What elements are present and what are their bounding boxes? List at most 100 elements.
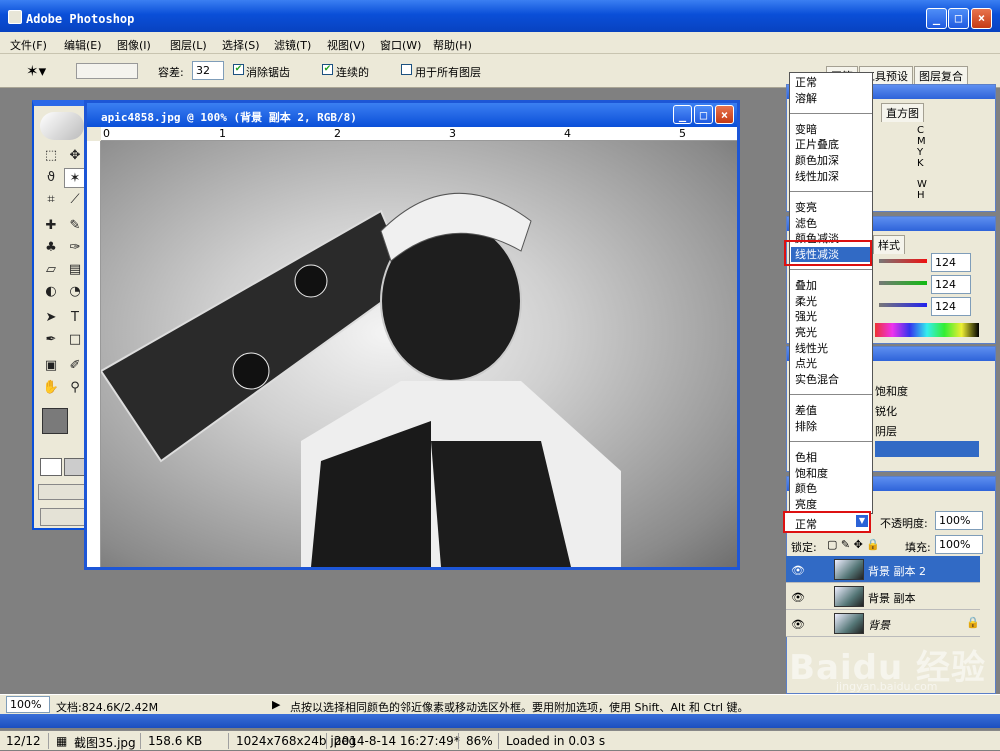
blend-option[interactable]: 实色混合: [795, 372, 839, 387]
blur-tool-icon[interactable]: ◐: [40, 282, 62, 302]
image-canvas[interactable]: [99, 141, 737, 567]
antialias-checkbox[interactable]: ✔: [233, 64, 244, 75]
history-item-selected[interactable]: [875, 441, 979, 457]
close-icon[interactable]: ×: [971, 8, 992, 29]
eyedropper-tool-icon[interactable]: ✐: [64, 356, 86, 376]
path-select-icon[interactable]: ➤: [40, 308, 62, 328]
menu-help[interactable]: 帮助(H): [433, 37, 472, 53]
foreground-color-swatch[interactable]: [42, 408, 68, 434]
blue-slider[interactable]: [879, 303, 927, 307]
blend-option[interactable]: 亮光: [795, 325, 817, 340]
menu-view[interactable]: 视图(V): [327, 37, 365, 53]
history-item[interactable]: 饱和度: [875, 383, 908, 399]
crop-tool-icon[interactable]: ⌗: [40, 190, 62, 210]
load-time: Loaded in 0.03 s: [506, 734, 606, 748]
menu-image[interactable]: 图像(I): [117, 37, 151, 53]
blend-option[interactable]: 颜色加深: [795, 153, 839, 168]
layer-row[interactable]: 👁 背景 副本: [786, 583, 980, 610]
menu-filter[interactable]: 滤镜(T): [274, 37, 311, 53]
lock-icons[interactable]: ▢ ✎ ✥ 🔒: [827, 538, 880, 551]
divider: [228, 733, 229, 749]
tab-styles[interactable]: 样式: [873, 235, 905, 254]
blend-option[interactable]: 滤色: [795, 216, 817, 231]
blend-mode-menu[interactable]: 正常 溶解 变暗 正片叠底 颜色加深 线性加深 变亮 滤色 颜色减淡 线性减淡 …: [789, 72, 873, 514]
selection-mode-buttons[interactable]: [76, 63, 138, 79]
move-tool-icon[interactable]: ✥: [64, 146, 86, 166]
blend-option[interactable]: 饱和度: [795, 466, 828, 481]
blend-option[interactable]: 点光: [795, 356, 817, 371]
menu-file[interactable]: 文件(F): [10, 37, 47, 53]
lasso-tool-icon[interactable]: ϑ: [40, 168, 62, 188]
gradient-tool-icon[interactable]: ▤: [64, 260, 86, 280]
magic-wand-tool-icon[interactable]: ✶: [64, 168, 86, 188]
opacity-input[interactable]: 100%: [935, 511, 983, 530]
shape-tool-icon[interactable]: □: [64, 330, 86, 350]
green-slider[interactable]: [879, 281, 927, 285]
pen-tool-icon[interactable]: ✒: [40, 330, 62, 350]
tab-histogram[interactable]: 直方图: [881, 103, 924, 122]
brush-tool-icon[interactable]: ✎: [64, 216, 86, 236]
zoom-input[interactable]: 100%: [6, 696, 50, 713]
blend-option[interactable]: 溶解: [795, 91, 817, 106]
blend-option[interactable]: 叠加: [795, 278, 817, 293]
fill-input[interactable]: 100%: [935, 535, 983, 554]
stamp-tool-icon[interactable]: ♣: [40, 238, 62, 258]
marquee-tool-icon[interactable]: ⬚: [40, 146, 62, 166]
blue-value[interactable]: 124: [931, 297, 971, 316]
quickmask-mode-icon[interactable]: [64, 458, 86, 476]
blend-option[interactable]: 排除: [795, 419, 817, 434]
healing-tool-icon[interactable]: ✚: [40, 216, 62, 236]
red-value[interactable]: 124: [931, 253, 971, 272]
contiguous-checkbox[interactable]: ✔: [322, 64, 333, 75]
menu-window[interactable]: 窗口(W): [380, 37, 421, 53]
notes-tool-icon[interactable]: ▣: [40, 356, 62, 376]
blend-option[interactable]: 变暗: [795, 122, 817, 137]
blend-option[interactable]: 正常: [795, 75, 817, 90]
chevron-down-icon[interactable]: ▼: [856, 515, 868, 527]
eye-icon[interactable]: 👁: [791, 618, 805, 631]
blend-option[interactable]: 颜色: [795, 481, 817, 496]
green-value[interactable]: 124: [931, 275, 971, 294]
hand-tool-icon[interactable]: ✋: [40, 378, 62, 398]
blend-option[interactable]: 色相: [795, 450, 817, 465]
tolerance-input[interactable]: 32: [192, 61, 224, 80]
menu-select[interactable]: 选择(S): [222, 37, 260, 53]
doc-maximize-icon[interactable]: □: [694, 105, 713, 124]
red-slider[interactable]: [879, 259, 927, 263]
minimize-icon[interactable]: _: [926, 8, 947, 29]
color-spectrum[interactable]: [875, 323, 979, 337]
all-layers-checkbox[interactable]: [401, 64, 412, 75]
blend-option[interactable]: 亮度: [795, 497, 817, 512]
tab-layer-comps[interactable]: 图层复合: [914, 66, 968, 85]
magic-wand-icon[interactable]: ✶▾: [26, 62, 46, 80]
layer-row[interactable]: 👁 背景 副本 2: [786, 556, 980, 583]
blend-option[interactable]: 线性加深: [795, 169, 839, 184]
blend-option[interactable]: 强光: [795, 309, 817, 324]
history-item[interactable]: 阴层: [875, 423, 897, 439]
blend-option[interactable]: 差值: [795, 403, 817, 418]
viewer-status-bar: 12/12 ▦ 截图35.jpg 158.6 KB 1024x768x24b j…: [0, 730, 1000, 750]
blend-option[interactable]: 线性光: [795, 341, 828, 356]
doc-minimize-icon[interactable]: _: [673, 105, 692, 124]
type-tool-icon[interactable]: T: [64, 308, 86, 328]
eraser-tool-icon[interactable]: ▱: [40, 260, 62, 280]
history-item[interactable]: 锐化: [875, 403, 897, 419]
menu-edit[interactable]: 编辑(E): [64, 37, 102, 53]
maximize-icon[interactable]: □: [948, 8, 969, 29]
eye-icon[interactable]: 👁: [791, 591, 805, 604]
jump-to-imageready-icon[interactable]: [40, 508, 86, 526]
layer-row[interactable]: 👁 背景 🔒: [786, 610, 980, 637]
blend-option[interactable]: 正片叠底: [795, 137, 839, 152]
blend-option[interactable]: 变亮: [795, 200, 817, 215]
blend-option[interactable]: 柔光: [795, 294, 817, 309]
doc-close-icon[interactable]: ×: [715, 105, 734, 124]
zoom-tool-icon[interactable]: ⚲: [64, 378, 86, 398]
standard-mode-icon[interactable]: [40, 458, 62, 476]
history-brush-icon[interactable]: ✑: [64, 238, 86, 258]
eye-icon[interactable]: 👁: [791, 564, 805, 577]
play-icon[interactable]: ▶: [272, 698, 280, 711]
slice-tool-icon[interactable]: ⟋: [64, 190, 86, 210]
screen-mode-icons[interactable]: [38, 484, 88, 500]
menu-layer[interactable]: 图层(L): [170, 37, 207, 53]
dodge-tool-icon[interactable]: ◔: [64, 282, 86, 302]
